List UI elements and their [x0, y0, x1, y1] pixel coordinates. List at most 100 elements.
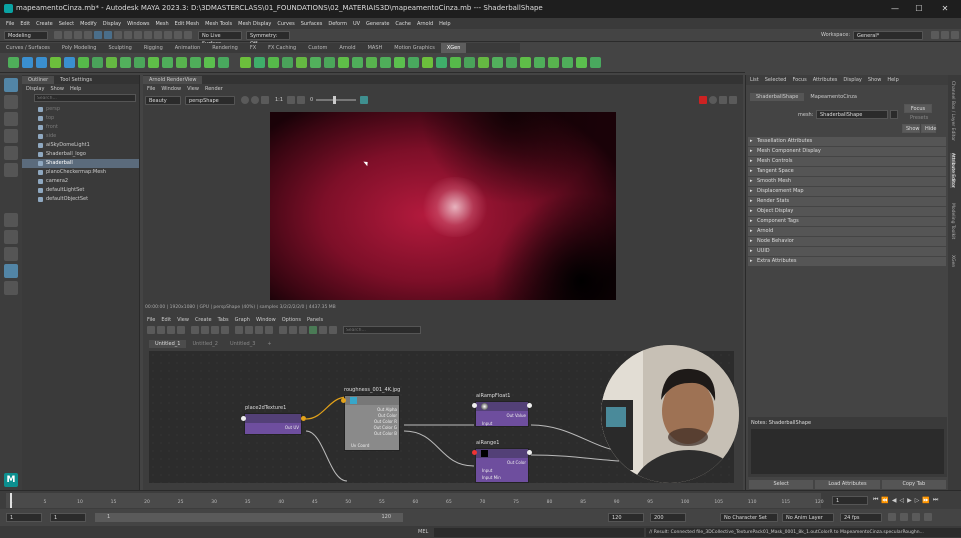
menu-select[interactable]: Select — [59, 21, 74, 27]
character-set-dropdown[interactable]: No Character Set — [720, 513, 778, 522]
command-input[interactable] — [434, 527, 645, 537]
show-button[interactable]: Show — [902, 124, 920, 133]
xgen-shelf-tool-25-icon[interactable] — [352, 57, 363, 68]
xgen-shelf-tool-13-icon[interactable] — [176, 57, 187, 68]
node-editor-tab[interactable]: Untitled_1 — [149, 340, 187, 348]
xgen-shelf-tool-12-icon[interactable] — [162, 57, 173, 68]
xgen-shelf-tool-24-icon[interactable] — [338, 57, 349, 68]
xgen-shelf-tool-30-icon[interactable] — [422, 57, 433, 68]
xgen-shelf-tool-27-icon[interactable] — [380, 57, 391, 68]
menu-modify[interactable]: Modify — [80, 21, 97, 27]
xgen-shelf-tool-21-icon[interactable] — [296, 57, 307, 68]
port-ramp-input[interactable]: Input — [482, 421, 492, 426]
snap-view-icon[interactable] — [154, 31, 162, 39]
clear-graph-icon[interactable] — [177, 326, 185, 334]
ae-section-node-behavior[interactable]: Node Behavior — [748, 237, 946, 246]
mode-dropdown[interactable]: Modeling — [4, 30, 48, 40]
copy-tab-button[interactable]: Copy Tab — [881, 480, 946, 489]
node-editor-tab[interactable]: Untitled_2 — [186, 340, 223, 348]
connection-file-range[interactable] — [403, 430, 475, 467]
side-tab-attribute-editor[interactable]: Attribute Editor — [950, 153, 955, 188]
ae-menu-display[interactable]: Display — [843, 77, 861, 83]
xgen-shelf-tool-37-icon[interactable] — [520, 57, 531, 68]
port-out-uv[interactable]: Out UV — [285, 425, 299, 431]
tab-outliner[interactable]: Outliner — [22, 75, 55, 84]
hide-button[interactable]: Hide — [921, 124, 936, 133]
node-output-dot[interactable] — [301, 416, 306, 421]
xgen-shelf-tool-6-icon[interactable] — [78, 57, 89, 68]
xgen-shelf-tool-9-icon[interactable] — [120, 57, 131, 68]
range-output-dot[interactable] — [527, 450, 532, 455]
anim-layer-dropdown[interactable]: No Anim Layer — [782, 513, 834, 522]
shelf-tab-sculpting[interactable]: Sculpting — [102, 43, 137, 53]
maximize-button[interactable]: ☐ — [908, 2, 930, 16]
connection-range-out[interactable] — [530, 454, 620, 462]
render-icon[interactable] — [164, 31, 172, 39]
node-editor-menu-edit[interactable]: Edit — [161, 317, 171, 323]
rv-menu-window[interactable]: Window — [161, 86, 181, 92]
node-airange[interactable]: Out Color Input Input Min — [475, 448, 529, 483]
side-tab-modeling-toolkit[interactable]: Modeling Toolkit — [950, 203, 955, 239]
outliner-item[interactable]: top — [22, 114, 139, 123]
xgen-shelf-tool-5-icon[interactable] — [64, 57, 75, 68]
play-backward-icon[interactable]: ◁ — [900, 497, 905, 504]
scale-tool-icon[interactable] — [4, 163, 18, 177]
node-file-texture[interactable]: Out Alpha Out Color Out Color R Out Colo… — [344, 395, 400, 451]
simple-view-icon[interactable] — [235, 326, 243, 334]
rv-menu-render[interactable]: Render — [205, 86, 223, 92]
frame-all-icon[interactable] — [211, 326, 219, 334]
menu-surfaces[interactable]: Surfaces — [301, 21, 323, 27]
shelf-tab-animation[interactable]: Animation — [169, 43, 207, 53]
go-to-start-icon[interactable]: ⏮ — [873, 496, 878, 504]
outliner-item[interactable]: planoCheckermap:Mesh — [22, 168, 139, 177]
minimize-button[interactable]: — — [884, 2, 906, 16]
xgen-shelf-tool-40-icon[interactable] — [562, 57, 573, 68]
live-surface-field[interactable]: No Live Surface — [198, 30, 242, 47]
exposure-slider[interactable] — [316, 96, 357, 104]
frame-selected-icon[interactable] — [221, 326, 229, 334]
ae-section-extra-attributes[interactable]: Extra Attributes — [748, 257, 946, 266]
xgen-shelf-tool-36-icon[interactable] — [506, 57, 517, 68]
custom-view-icon[interactable] — [265, 326, 273, 334]
ae-menu-selected[interactable]: Selected — [765, 77, 787, 83]
shelf-tab-rendering[interactable]: Rendering — [206, 43, 244, 53]
port-range-input-min[interactable]: Input Min — [482, 475, 501, 480]
outliner-item[interactable]: Shaderball — [22, 159, 139, 168]
ae-section-object-display[interactable]: Object Display — [748, 207, 946, 216]
outliner-item[interactable]: defaultObjectSet — [22, 195, 139, 204]
outliner-item[interactable]: Shaderball_logo — [22, 150, 139, 159]
bookmark-icon[interactable] — [319, 326, 327, 334]
shelf-tab-poly-modeling[interactable]: Poly Modeling — [56, 43, 103, 53]
shelf-tab-rigging[interactable]: Rigging — [138, 43, 169, 53]
menu-file[interactable]: File — [6, 21, 14, 27]
rotate-tool-icon[interactable] — [4, 146, 18, 160]
select-by-hierarchy-icon[interactable] — [94, 31, 102, 39]
ae-section-tangent-space[interactable]: Tangent Space — [748, 167, 946, 176]
remove-node-icon[interactable] — [201, 326, 209, 334]
xgen-shelf-tool-20-icon[interactable] — [282, 57, 293, 68]
xgen-shelf-tool-18-icon[interactable] — [254, 57, 265, 68]
paint-select-tool-icon[interactable] — [4, 112, 18, 126]
outliner-item[interactable]: persp — [22, 105, 139, 114]
xgen-shelf-tool-28-icon[interactable] — [394, 57, 405, 68]
outliner-menu-help[interactable]: Help — [70, 86, 81, 92]
node-place2dtexture[interactable]: Out UV — [244, 413, 302, 435]
node-editor-menu-graph[interactable]: Graph — [235, 317, 250, 323]
xgen-shelf-tool-41-icon[interactable] — [576, 57, 587, 68]
xgen-shelf-tool-39-icon[interactable] — [548, 57, 559, 68]
menu-windows[interactable]: Windows — [127, 21, 149, 27]
port-range-input[interactable]: Input — [482, 468, 492, 473]
menu-deform[interactable]: Deform — [328, 21, 347, 27]
xgen-shelf-tool-14-icon[interactable] — [190, 57, 201, 68]
fps-dropdown[interactable]: 24 fps — [840, 513, 882, 522]
ae-section-tessellation-attributes[interactable]: Tessellation Attributes — [748, 137, 946, 146]
outliner-layout-icon[interactable] — [4, 264, 18, 278]
preferences-icon[interactable] — [924, 513, 932, 521]
command-language[interactable]: MEL — [418, 529, 428, 535]
snapshot-icon[interactable] — [360, 96, 369, 104]
rv-menu-file[interactable]: File — [147, 86, 155, 92]
port-range-out-color[interactable]: Out Color — [507, 460, 526, 466]
add-node-icon[interactable] — [191, 326, 199, 334]
shelf-tab-fx[interactable]: FX — [244, 43, 262, 53]
snap-grid-icon[interactable] — [124, 31, 132, 39]
